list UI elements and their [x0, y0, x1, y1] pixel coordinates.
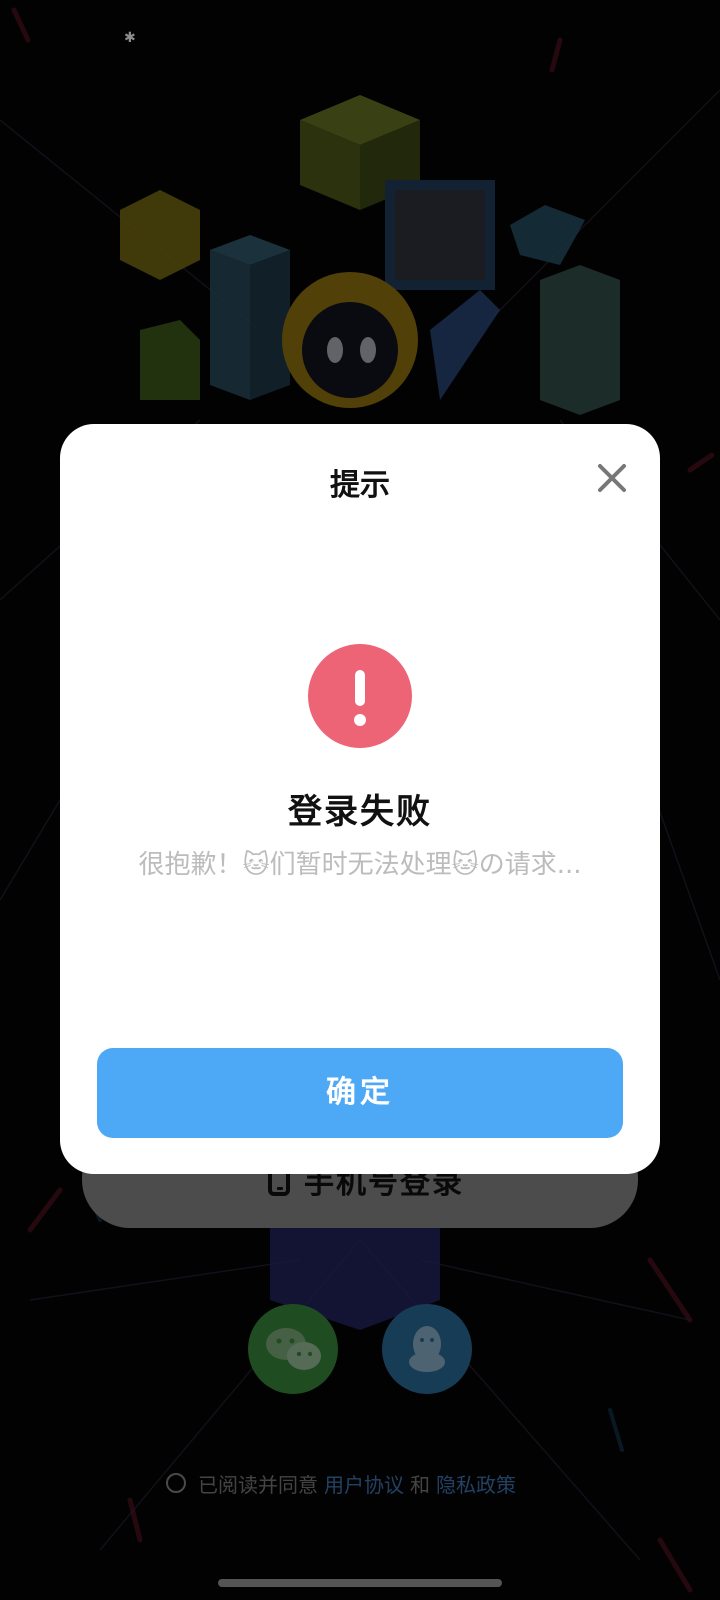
close-icon[interactable] [590, 456, 634, 500]
dialog-message: 很抱歉！🐱们暂时无法处理🐱の请求... [138, 850, 582, 880]
screen: ✱ 手机号登录 已阅读并同意 用户协议 和 隐私政策 提示 登录失败 很抱歉！🐱… [0, 0, 720, 1600]
alert-dialog: 提示 登录失败 很抱歉！🐱们暂时无法处理🐱の请求... 确定 [60, 424, 660, 1174]
dialog-title: 提示 [330, 468, 390, 503]
error-icon [308, 644, 412, 748]
confirm-button[interactable]: 确定 [97, 1048, 623, 1138]
dialog-heading: 登录失败 [288, 792, 432, 832]
